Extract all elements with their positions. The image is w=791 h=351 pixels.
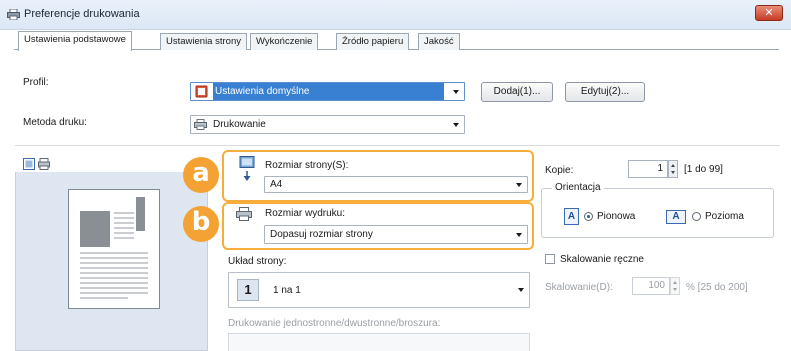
scaling-range: % [25 do 200] [686, 282, 748, 293]
page-size-select[interactable]: A4 [264, 176, 528, 193]
window-title: Preferencje drukowania [24, 8, 140, 20]
landscape-radio[interactable] [692, 212, 701, 221]
chevron-down-icon [453, 90, 459, 94]
callout-badge-b: b [183, 206, 219, 242]
portrait-icon: A [564, 208, 579, 225]
printer-icon [7, 9, 20, 20]
tab-quality[interactable]: Jakość [418, 33, 460, 50]
manual-scaling-checkbox[interactable] [545, 254, 555, 264]
copies-label: Kopie: [545, 165, 574, 176]
section-divider [15, 145, 780, 146]
printer-icon [236, 207, 252, 221]
landscape-icon: A [666, 210, 686, 224]
page-size-label: Rozmiar strony(S): [265, 160, 349, 171]
tab-basic-settings[interactable]: Ustawienia podstawowe [18, 31, 132, 51]
print-method-value: Drukowanie [213, 119, 266, 130]
callout-badge-a: a [183, 157, 219, 193]
page-size-icon [239, 156, 255, 181]
tab-page-settings[interactable]: Ustawienia strony [160, 33, 247, 50]
chevron-down-icon [453, 123, 459, 127]
chevron-down-icon [518, 288, 524, 292]
output-size-label: Rozmiar wydruku: [265, 208, 346, 219]
copies-input[interactable]: 1 [628, 160, 668, 178]
landscape-label: Pozioma [705, 211, 744, 222]
copies-range: [1 do 99] [684, 164, 723, 175]
profile-icon [195, 85, 208, 98]
profile-value: Ustawienia domyślne [213, 83, 444, 100]
duplex-label: Drukowanie jednostronne/dwustronne/brosz… [228, 318, 441, 329]
page-layout-number: 1 [237, 279, 259, 301]
edit-profile-button[interactable]: Edytuj(2)... [565, 82, 645, 102]
scaling-input: 100 [632, 277, 670, 295]
portrait-radio[interactable] [584, 212, 593, 221]
profile-label: Profil: [23, 77, 49, 88]
add-profile-button[interactable]: Dodaj(1)... [481, 82, 553, 102]
page-layout-label: Układ strony: [228, 256, 287, 267]
page-layout-value: 1 na 1 [273, 285, 301, 296]
duplex-select [228, 333, 530, 351]
output-size-value: Dopasuj rozmiar strony [270, 229, 373, 240]
tab-paper-source[interactable]: Źródło papieru [336, 33, 410, 50]
page-preview-content [80, 197, 148, 299]
chevron-down-icon [516, 233, 522, 237]
page-layout-select[interactable]: 1 1 na 1 [228, 272, 530, 308]
profile-select[interactable]: Ustawienia domyślne [190, 82, 465, 101]
portrait-label: Pionowa [597, 211, 636, 222]
scaling-label: Skalowanie(D): [545, 282, 613, 293]
copies-stepper[interactable] [668, 160, 678, 178]
output-size-select[interactable]: Dopasuj rozmiar strony [264, 225, 528, 244]
tab-finishing[interactable]: Wykończenie [250, 33, 319, 50]
page-size-value: A4 [270, 179, 283, 190]
chevron-down-icon [516, 183, 522, 187]
manual-scaling-label: Skalowanie ręczne [560, 254, 644, 265]
close-icon: ✕ [764, 7, 774, 19]
print-method-select[interactable]: Drukowanie [190, 115, 465, 134]
printer-icon [194, 119, 207, 130]
close-button[interactable]: ✕ [755, 5, 783, 21]
scaling-stepper [670, 277, 680, 295]
printer-view-icon[interactable] [38, 158, 50, 170]
page-view-icon[interactable] [23, 158, 35, 170]
print-method-label: Metoda druku: [23, 117, 87, 128]
orientation-legend: Orientacja [552, 182, 604, 193]
